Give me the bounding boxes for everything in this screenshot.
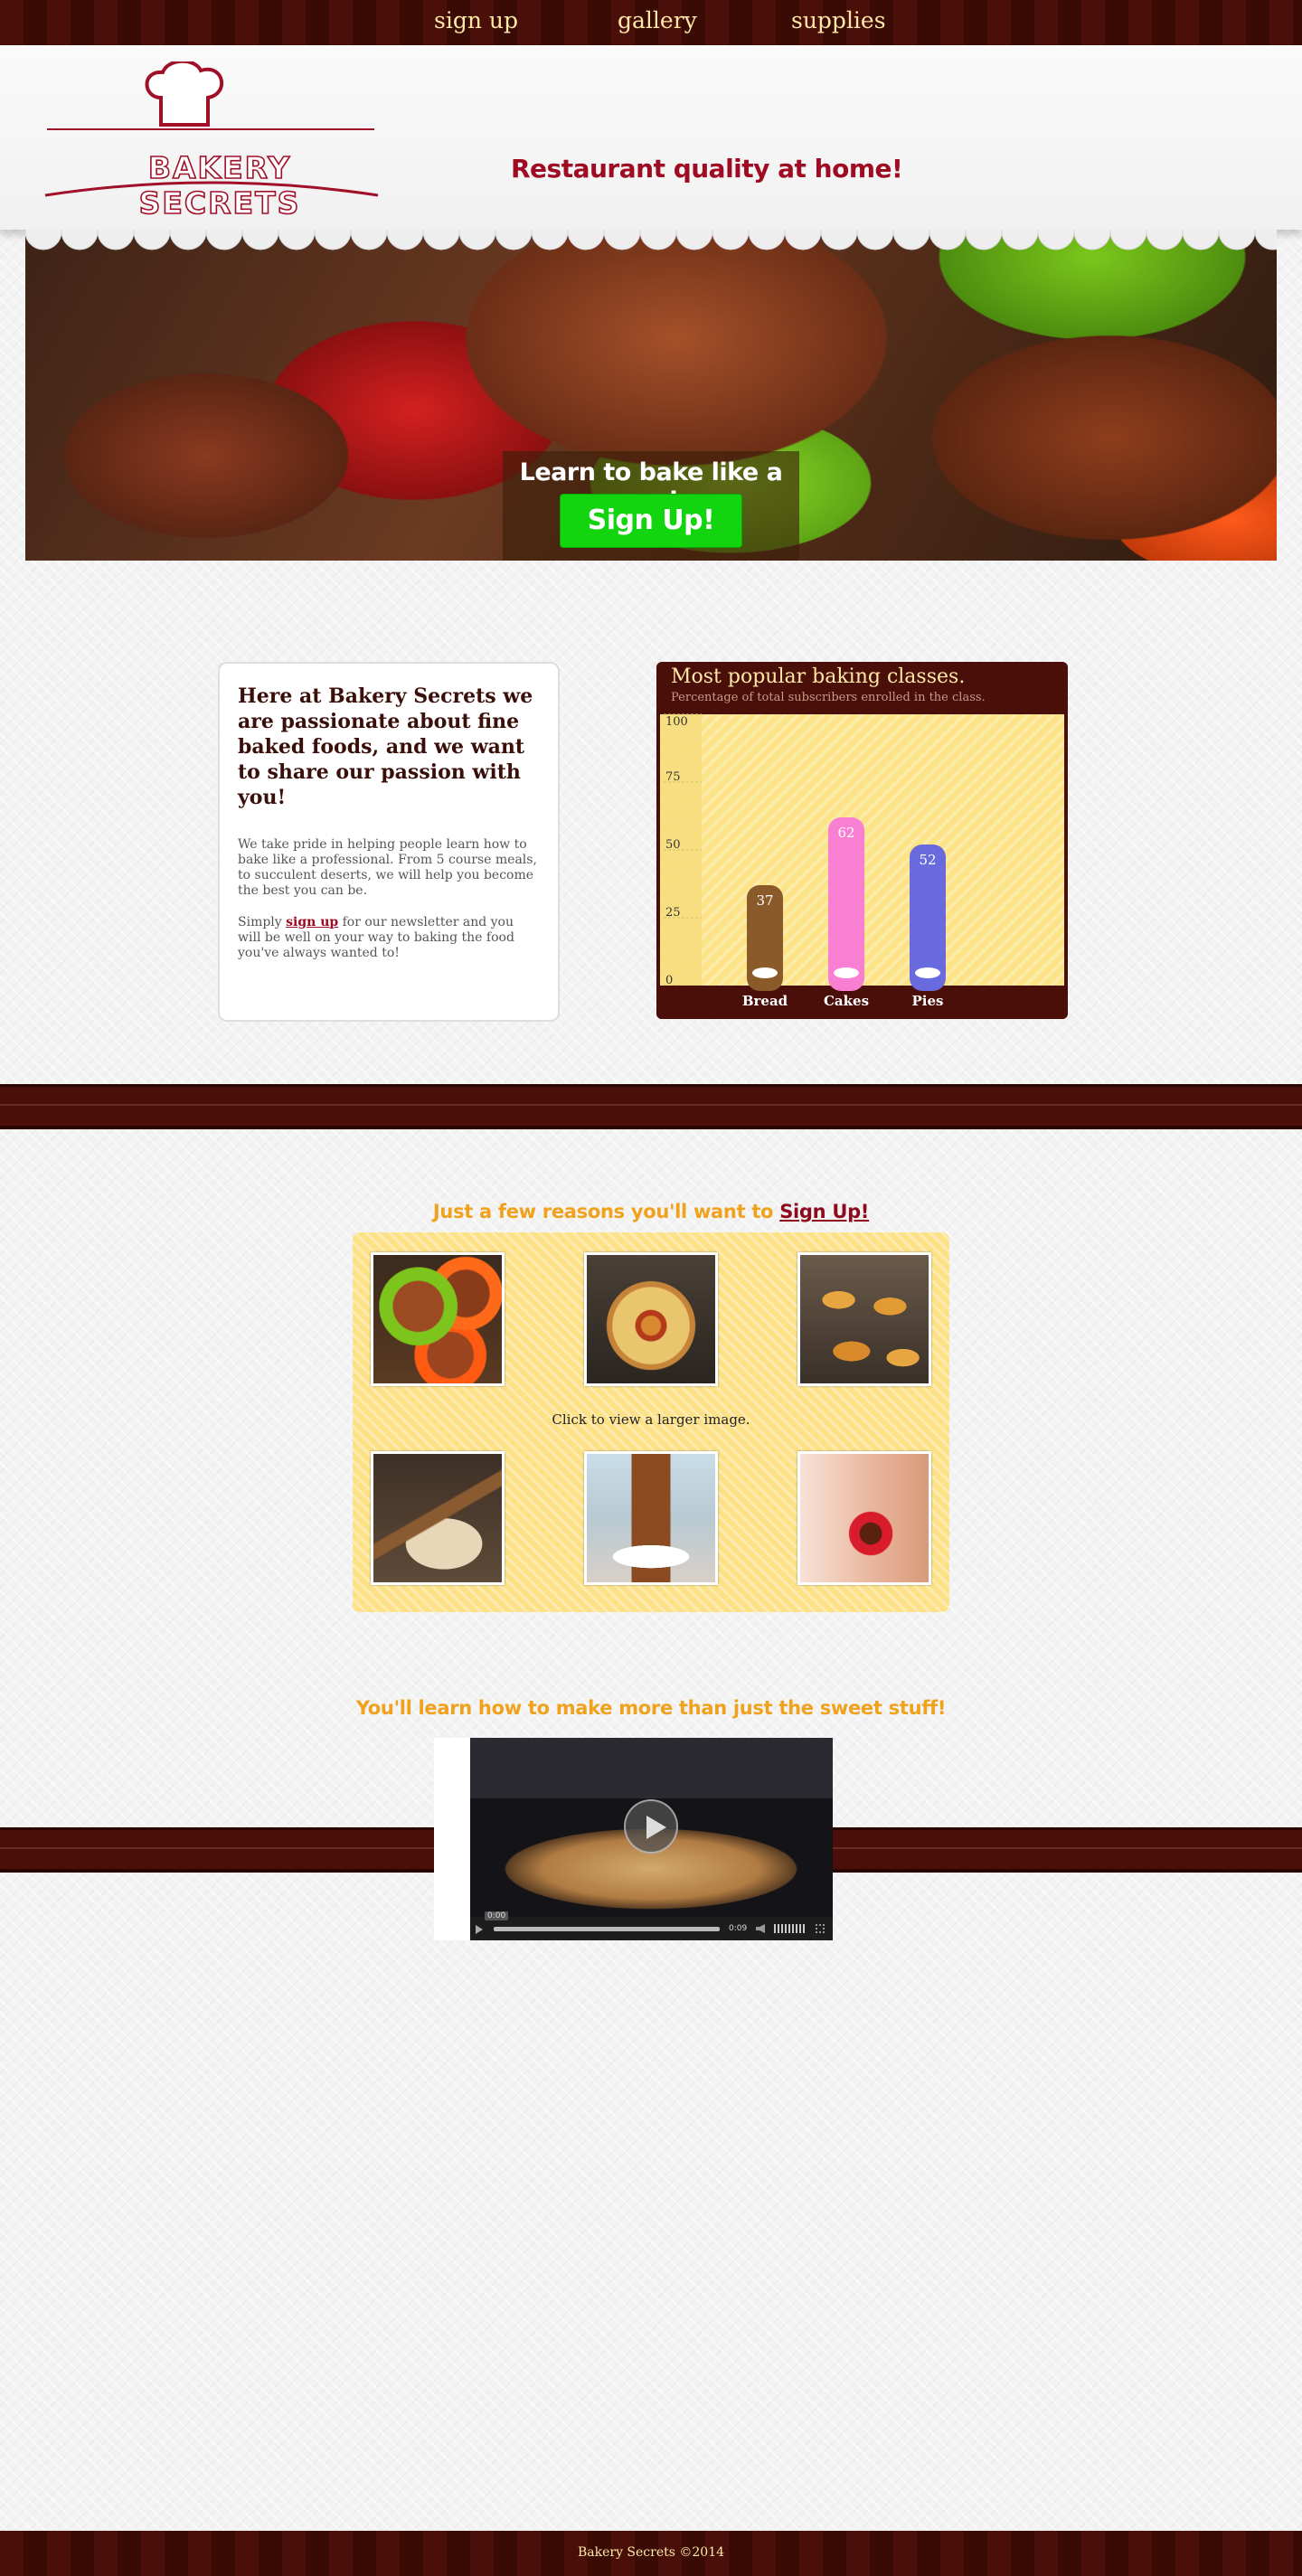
scallop [97,230,135,250]
gallery-title: Just a few reasons you'll want to Sign U… [0,1201,1302,1222]
baking-classes-chart: 0 25 50 75 100 37 Bread 62 Cakes 52 Pies Most popu… [656,662,1068,1019]
gallery-caption: Click to view a larger image. [552,1411,750,1428]
video-progress-bar[interactable] [494,1927,720,1931]
video-controls: 0:00 0:09 [470,1911,833,1940]
scallop [531,230,569,250]
top-nav: sign up gallery supplies [0,0,1302,45]
video-frame: 0:00 0:09 [434,1738,833,1940]
hero-callout: Learn to bake like a pro! Sign Up! [503,451,799,561]
scallop [1146,230,1184,250]
fullscreen-icon[interactable] [816,1924,825,1933]
bar-food-icon [834,967,859,978]
chart-title: Most popular baking classes. [671,665,966,688]
scallop [965,230,1003,250]
bar-cakes[interactable] [828,817,864,991]
logo-text: BAKERY SECRETS [138,149,301,222]
scallop [784,230,822,250]
nav-sign-up-link[interactable]: sign up [434,7,518,33]
nav-gallery-link[interactable]: gallery [618,7,697,33]
hero-banner: Learn to bake like a pro! Sign Up! [25,230,1277,561]
x-category-label: Pies [912,993,944,1009]
y-tick-label: 100 [665,715,688,729]
scallop [205,230,243,250]
pizza-image[interactable] [584,1252,718,1386]
scallop [169,230,207,250]
intro-sign-up-link[interactable]: sign up [286,915,338,929]
scallop-border [25,230,1277,250]
scallop [133,230,171,250]
scallop [639,230,677,250]
cake-slice-image[interactable] [584,1451,718,1585]
gallery-title-text: Just a few reasons you'll want to [432,1201,780,1222]
footer-text: Bakery Secrets ©2014 [577,2545,725,2560]
bar-value-label: 37 [756,892,773,909]
intro-paragraph: We take pride in helping people learn ho… [238,837,537,898]
scallop [929,230,967,250]
scallop [350,230,388,250]
pizza-video-player[interactable]: 0:00 0:09 [470,1738,833,1940]
intro-newsletter-paragraph: Simply sign up for our newsletter and yo… [238,915,540,961]
scallop [458,230,496,250]
play-small-icon[interactable] [476,1925,483,1934]
tagline: Restaurant quality at home! [511,154,903,184]
rolling-pin-image[interactable] [371,1451,505,1585]
chart-subtitle: Percentage of total subscribers enrolled… [671,691,986,704]
scallop [675,230,713,250]
scallop [386,230,424,250]
volume-slider[interactable] [774,1924,807,1933]
volume-icon[interactable] [756,1924,765,1933]
scallop [278,230,316,250]
photo-gallery: Click to view a larger image. [353,1232,949,1612]
site-footer: Bakery Secrets ©2014 [0,2531,1302,2576]
video-current-time: 0:00 [485,1911,509,1920]
bakery-logo[interactable]: BAKERY SECRETS [43,59,380,222]
scallop [892,230,930,250]
divider-band [0,1084,1302,1129]
scallop [748,230,786,250]
scallop [1037,230,1075,250]
red-cupcake-image[interactable] [797,1451,931,1585]
video-title: You'll learn how to make more than just … [355,1697,947,1719]
scallop [314,230,352,250]
scallop [712,230,750,250]
intro-card: Here at Bakery Secrets we are passionate… [218,662,560,1022]
chart-canvas: 025507510037Bread62Cakes52Pies [656,713,1068,1019]
hero-sign-up-button[interactable]: Sign Up! [560,494,742,548]
intro-text-before: Simply [238,915,287,929]
x-category-label: Cakes [824,993,869,1009]
scallop [495,230,533,250]
scallop [1001,230,1039,250]
scallop [1254,230,1277,250]
croissants-image[interactable] [797,1252,931,1386]
bar-value-label: 52 [919,852,936,868]
scallop [422,230,460,250]
scallop [856,230,894,250]
scallop [1109,230,1147,250]
gallery-sign-up-link[interactable]: Sign Up! [779,1201,869,1222]
bar-value-label: 62 [837,825,854,841]
scallop [25,230,62,250]
scallop [603,230,641,250]
x-category-label: Bread [742,993,788,1009]
intro-heading: Here at Bakery Secrets we are passionate… [238,684,533,809]
play-icon[interactable] [624,1799,678,1854]
nav-supplies-link[interactable]: supplies [791,7,886,33]
scallop [567,230,605,250]
site-header: BAKERY SECRETS Restaurant quality at hom… [0,45,1302,230]
bar-food-icon [752,967,778,978]
video-total-time: 0:09 [729,1924,748,1933]
bar-food-icon [915,967,940,978]
scallop [1073,230,1111,250]
scallop [61,230,99,250]
scallop [1182,230,1220,250]
scallop [241,230,279,250]
scallop [1218,230,1256,250]
scallop [820,230,858,250]
cupcakes-image[interactable] [371,1252,505,1386]
